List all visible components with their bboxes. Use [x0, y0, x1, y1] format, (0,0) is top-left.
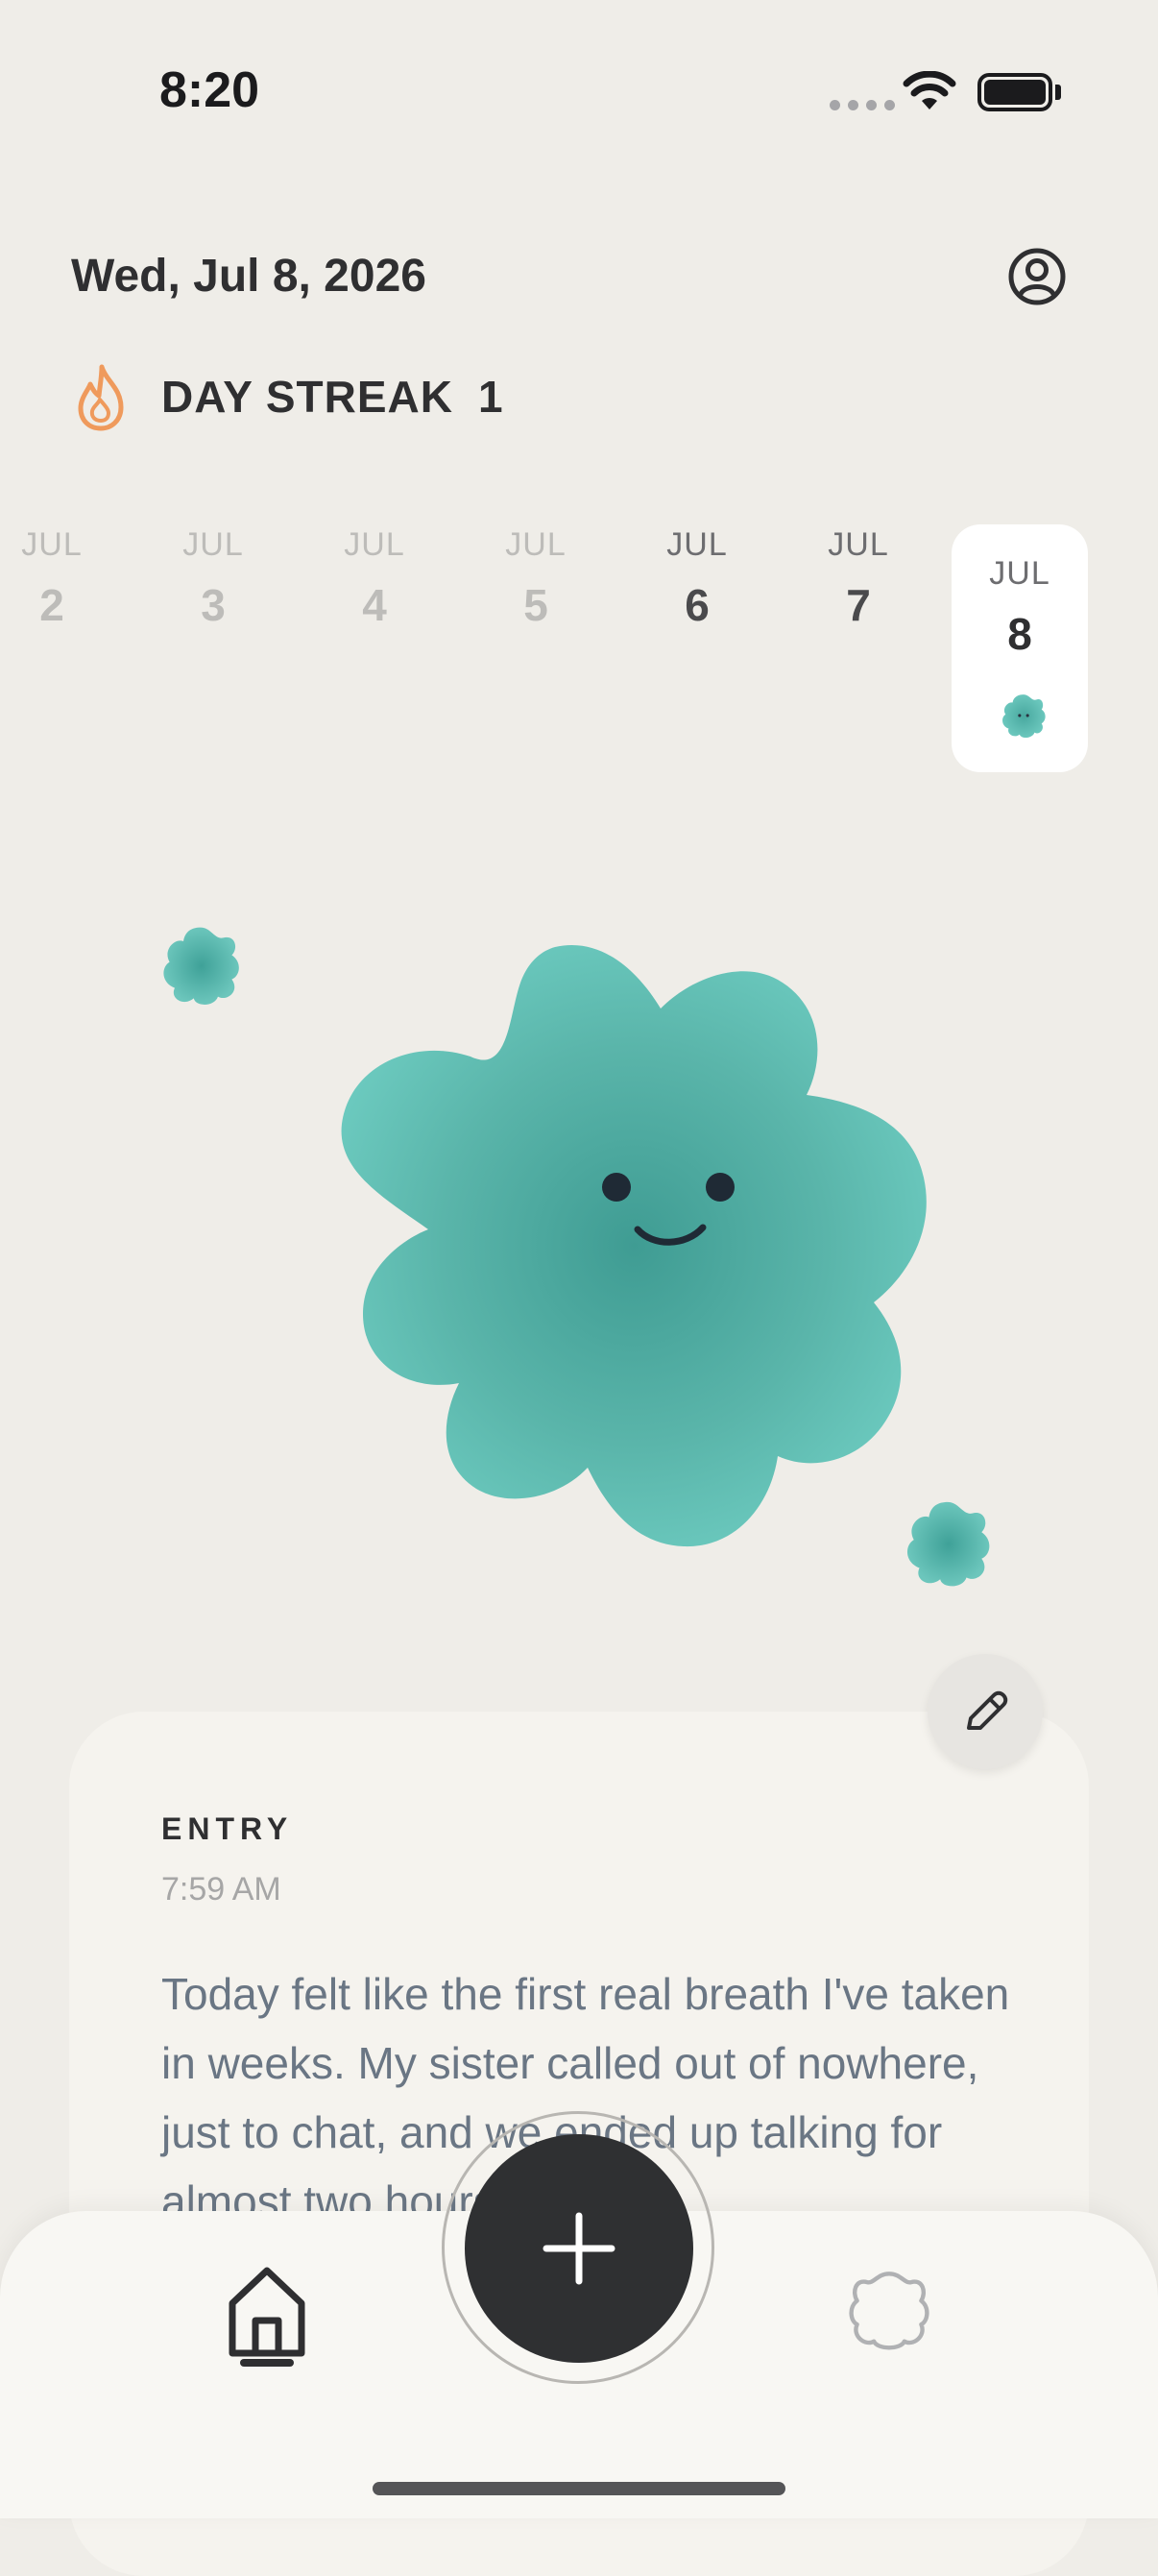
plus-icon — [543, 2212, 615, 2285]
date-item-jul-6[interactable]: JUL 6 — [630, 526, 764, 631]
flame-icon — [78, 364, 124, 431]
battery-cap — [1055, 85, 1061, 100]
date-day: 4 — [362, 580, 387, 630]
date-day: 3 — [201, 580, 226, 630]
add-entry-button[interactable] — [465, 2134, 693, 2363]
battery-icon — [977, 73, 1052, 111]
date-day: 5 — [523, 580, 548, 630]
pencil-icon — [967, 1690, 1008, 1730]
home-indicator — [373, 2482, 785, 2495]
day-streak: DAY STREAK 1 — [161, 371, 504, 423]
profile-icon[interactable] — [1004, 244, 1070, 309]
date-month: JUL — [21, 526, 83, 563]
mood-blob-icon — [1002, 694, 1046, 739]
date-month: JUL — [505, 526, 567, 563]
status-time: 8:20 — [159, 62, 260, 118]
date-day: 2 — [39, 580, 64, 630]
home-tab-indicator — [240, 2359, 294, 2367]
cellular-signal-icon — [830, 100, 895, 110]
date-month: JUL — [989, 555, 1050, 592]
home-icon[interactable] — [225, 2261, 309, 2367]
entry-time: 7:59 AM — [161, 1871, 281, 1908]
mood-blob-small-icon — [163, 927, 239, 1005]
date-day: 7 — [846, 580, 871, 630]
date-month: JUL — [182, 526, 244, 563]
date-day: 6 — [685, 580, 710, 630]
date-month: JUL — [828, 526, 889, 563]
flower-icon[interactable] — [847, 2269, 931, 2353]
date-item-jul-5[interactable]: JUL 5 — [469, 526, 603, 631]
edit-entry-button[interactable] — [928, 1654, 1043, 1769]
date-month: JUL — [344, 526, 405, 563]
date-item-jul-2[interactable]: JUL 2 — [0, 526, 119, 631]
date-item-jul-7[interactable]: JUL 7 — [791, 526, 926, 631]
mood-blob-small-icon-2 — [906, 1501, 990, 1587]
streak-label: DAY STREAK — [161, 372, 453, 422]
streak-count: 1 — [477, 372, 504, 422]
wifi-icon — [903, 71, 956, 109]
date-month: JUL — [666, 526, 728, 563]
date-item-jul-3[interactable]: JUL 3 — [146, 526, 280, 631]
date-day: 8 — [1007, 609, 1032, 659]
mood-character-blob — [341, 945, 927, 1547]
page-title: Wed, Jul 8, 2026 — [71, 251, 426, 302]
entry-label: ENTRY — [161, 1811, 294, 1846]
date-item-jul-4[interactable]: JUL 4 — [307, 526, 442, 631]
